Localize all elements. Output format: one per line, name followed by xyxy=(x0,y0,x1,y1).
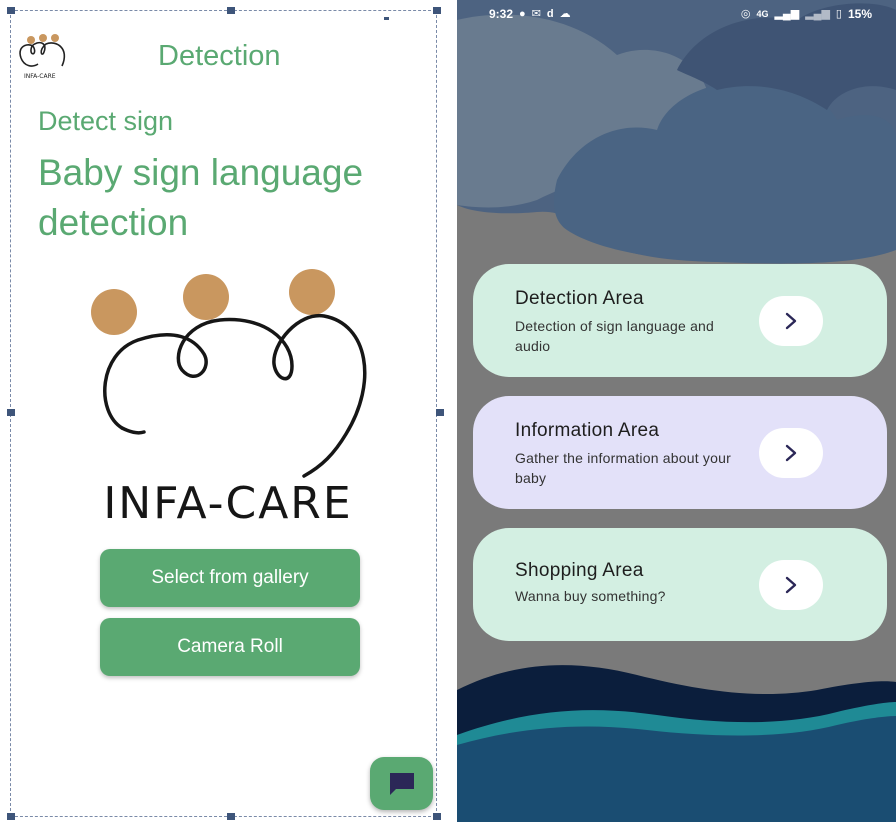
card-title: Information Area xyxy=(515,420,660,441)
battery-icon: ▯ xyxy=(835,8,842,20)
information-area-open-button[interactable] xyxy=(759,428,823,478)
panel-divider xyxy=(449,0,457,822)
signal-icon: ▂▄▆ xyxy=(774,8,800,20)
gmail-icon: ✉ xyxy=(531,8,541,20)
resize-handle[interactable] xyxy=(436,409,444,416)
resize-handle[interactable] xyxy=(227,7,235,14)
logo-dot xyxy=(91,289,137,335)
section-headline: Baby sign language detection xyxy=(38,152,364,243)
selection-marker xyxy=(384,17,389,20)
chat-button[interactable] xyxy=(370,757,433,810)
hotspot-icon: ◎ xyxy=(740,8,751,20)
selection-frame-bottom xyxy=(10,816,436,817)
chat-bubble-icon xyxy=(389,772,414,795)
chevron-right-icon xyxy=(785,444,797,462)
signal-icon-secondary: ▂▄▆ xyxy=(805,8,830,20)
resize-handle[interactable] xyxy=(433,813,441,820)
d-icon: d xyxy=(546,7,554,20)
chevron-right-icon xyxy=(785,312,797,330)
shopping-area-open-button[interactable] xyxy=(759,560,823,610)
selection-frame-top xyxy=(10,10,436,11)
card-description: Wanna buy something? xyxy=(515,588,666,604)
shopping-area-card[interactable]: Shopping Area Wanna buy something? xyxy=(473,528,887,641)
app-logo-small-text: INFA-CARE xyxy=(24,73,56,80)
detection-area-card[interactable]: Detection Area Detection of sign languag… xyxy=(473,264,887,377)
cloud-icon: ☁ xyxy=(559,8,571,20)
card-description: Gather the information about your baby xyxy=(515,450,731,486)
facebook-icon: ● xyxy=(519,7,526,20)
logo-wordmark: INFA-CARE xyxy=(103,478,352,529)
logo-dot xyxy=(289,269,335,315)
resize-handle[interactable] xyxy=(7,813,15,820)
resize-handle[interactable] xyxy=(433,7,441,14)
section-subtitle: Detect sign xyxy=(38,106,174,136)
chevron-right-icon xyxy=(785,576,797,594)
resize-handle[interactable] xyxy=(7,409,15,416)
app-logo-icon: INFA-CARE xyxy=(19,34,66,80)
home-screen: 9:32 ● ✉ d ☁ ◎ 4G ▂▄▆ ▂▄▆ ▯ 15% Detectio… xyxy=(457,0,896,822)
status-time: 9:32 xyxy=(489,6,514,21)
select-from-gallery-button[interactable]: Select from gallery xyxy=(100,549,360,607)
detection-area-open-button[interactable] xyxy=(759,296,823,346)
status-bar: 9:32 ● ✉ d ☁ ◎ 4G ▂▄▆ ▂▄▆ ▯ 15% xyxy=(457,0,896,27)
infa-care-logo: INFA-CARE xyxy=(91,269,367,529)
page-title: Detection xyxy=(158,40,281,72)
logo-dot xyxy=(183,274,229,320)
card-description: Detection of sign language and audio xyxy=(515,318,715,354)
information-area-card[interactable]: Information Area Gather the information … xyxy=(473,396,887,509)
network-type: 4G xyxy=(756,8,769,19)
resize-handle[interactable] xyxy=(227,813,235,820)
battery-level: 15% xyxy=(847,6,872,21)
detection-screen: INFA-CARE Detection Detect sign Baby sig… xyxy=(0,0,456,822)
card-title: Shopping Area xyxy=(515,560,644,581)
camera-roll-button[interactable]: Camera Roll xyxy=(100,618,360,676)
card-title: Detection Area xyxy=(515,288,644,309)
resize-handle[interactable] xyxy=(7,7,15,14)
